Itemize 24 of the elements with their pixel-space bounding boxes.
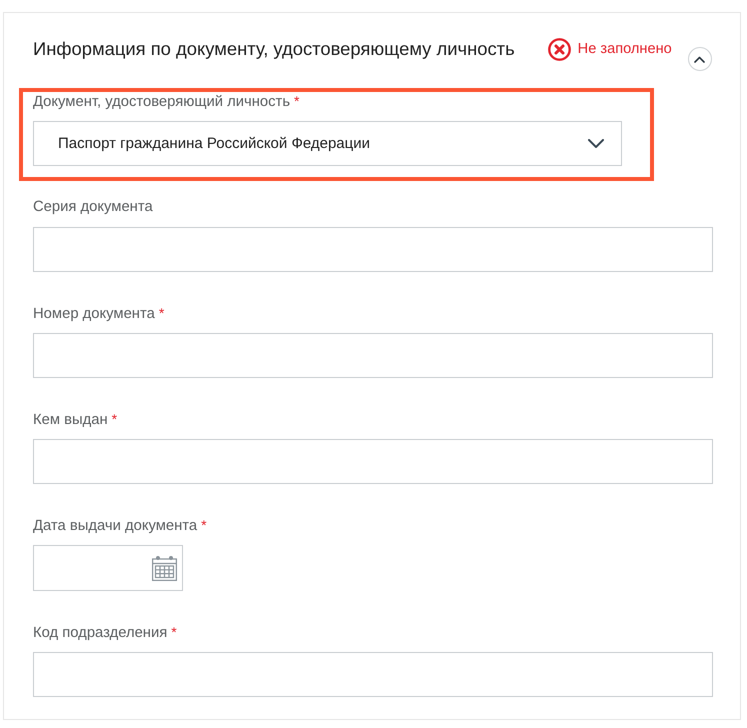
calendar-icon[interactable]: [152, 556, 177, 580]
input-field[interactable]: [33, 333, 713, 378]
required-asterisk: *: [201, 517, 207, 533]
chevron-down-icon: [588, 139, 604, 148]
date-field[interactable]: [33, 545, 183, 591]
status-text: Не заполнено: [578, 41, 672, 57]
input-field[interactable]: [33, 227, 713, 272]
document-type-select[interactable]: Паспорт гражданина Российской Федерации: [33, 121, 622, 166]
field-label: Кем выдан: [33, 412, 108, 428]
chevron-up-icon: [694, 56, 706, 62]
cross-circle-icon: [548, 38, 571, 60]
collapse-button[interactable]: [688, 47, 712, 71]
input-field[interactable]: [33, 439, 713, 484]
required-asterisk: *: [171, 624, 177, 640]
field-label: Номер документа: [33, 306, 155, 322]
required-asterisk: *: [112, 411, 118, 427]
input-field[interactable]: [33, 652, 713, 697]
field-label: Серия документа: [33, 199, 153, 215]
field-label: Код подразделения: [33, 625, 168, 641]
field-label: Дата выдачи документа: [33, 518, 198, 534]
section-title: Информация по документу, удостоверяющему личность: [33, 37, 515, 61]
field-label: Документ, удостоверяющий личность: [33, 94, 290, 110]
required-asterisk: *: [158, 305, 164, 321]
required-asterisk: *: [294, 93, 300, 109]
